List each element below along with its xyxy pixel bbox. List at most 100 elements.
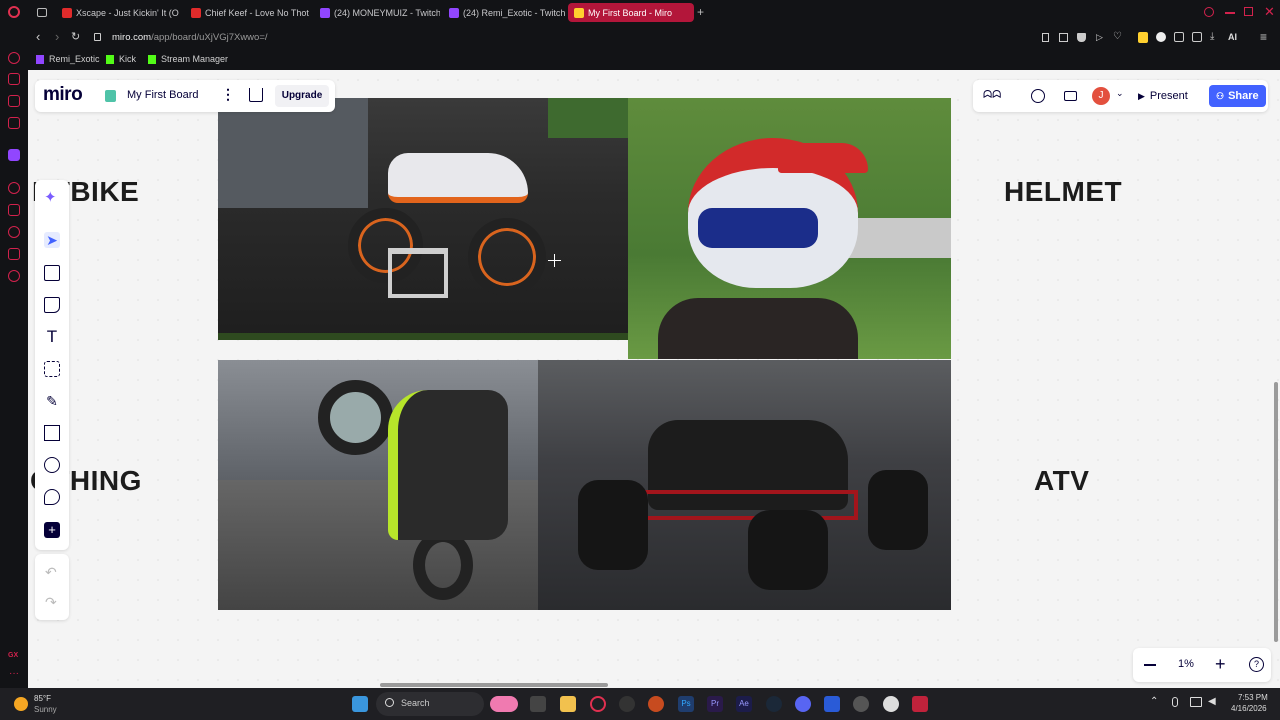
tab-miro-board[interactable]: My First Board - Miro xyxy=(568,3,694,22)
pen-icon[interactable]: ✎ xyxy=(44,393,60,409)
clock-time[interactable]: 7:53 PM xyxy=(1238,693,1268,702)
miro-extension-icon[interactable] xyxy=(1138,32,1148,43)
shield-icon[interactable] xyxy=(1077,33,1086,42)
volume-icon[interactable]: ◀ xyxy=(1208,696,1216,707)
url-field[interactable]: miro.com/app/board/uXjVGj7Xwwo=/ xyxy=(112,32,268,43)
vertical-scrollbar[interactable] xyxy=(1274,382,1278,642)
settings-gear-icon[interactable] xyxy=(853,696,869,712)
reactions-icon[interactable]: ᗣᗣ xyxy=(983,89,1015,103)
download-icon[interactable]: ⤓ xyxy=(1210,31,1214,42)
workspace-icon[interactable] xyxy=(8,73,20,85)
zoom-out-button[interactable] xyxy=(1144,664,1156,666)
zoom-level[interactable]: 1% xyxy=(1178,658,1194,670)
undo-icon[interactable]: ↶ xyxy=(45,564,57,581)
opera-logo-icon[interactable] xyxy=(8,6,20,18)
app-arrow-icon[interactable] xyxy=(824,696,840,712)
heart-icon[interactable]: ♡ xyxy=(1113,31,1122,42)
bookmark-stream-manager[interactable]: Stream Manager xyxy=(148,54,228,64)
share-button[interactable]: ⚇ Share xyxy=(1209,85,1266,107)
export-icon[interactable] xyxy=(249,88,263,102)
tab-chief-keef[interactable]: Chief Keef - Love No Thot xyxy=(185,3,311,22)
tab-remi-exotic[interactable]: (24) Remi_Exotic - Twitch xyxy=(443,3,569,22)
help-icon[interactable]: ? xyxy=(1249,657,1264,672)
extensions-sidebar-icon[interactable] xyxy=(8,248,20,260)
extension-icon[interactable] xyxy=(1156,32,1166,42)
sticky-note-icon[interactable] xyxy=(44,297,60,313)
minimize-button[interactable] xyxy=(1225,12,1235,14)
photoshop-icon[interactable]: Ps xyxy=(678,696,694,712)
discord-icon[interactable] xyxy=(795,696,811,712)
maximize-button[interactable] xyxy=(1244,7,1253,16)
network-icon[interactable] xyxy=(1190,697,1202,707)
search-tabs-icon[interactable] xyxy=(1204,7,1214,17)
dirtbike-image[interactable] xyxy=(218,98,629,340)
snapshot-icon[interactable] xyxy=(1059,33,1068,42)
bookmark-kick[interactable]: Kick xyxy=(106,54,136,64)
puzzle-icon[interactable] xyxy=(1174,32,1184,42)
microphone-icon[interactable] xyxy=(1172,697,1178,707)
instagram-icon[interactable] xyxy=(8,117,20,129)
after-effects-icon[interactable]: Ae xyxy=(736,696,752,712)
windows-start-icon[interactable] xyxy=(352,696,368,712)
forward-icon[interactable]: › xyxy=(55,29,59,44)
task-view-icon[interactable] xyxy=(530,696,546,712)
gx-icon[interactable]: GX xyxy=(8,652,18,659)
ai-label[interactable]: AI xyxy=(1228,32,1237,42)
miro-logo[interactable]: miro xyxy=(43,84,83,106)
messenger-icon[interactable] xyxy=(8,95,20,107)
avatar[interactable]: J xyxy=(1092,87,1110,105)
tab-moneymuiz[interactable]: (24) MONEYMUIZ - Twitch xyxy=(314,3,440,22)
flowers-widget-icon[interactable] xyxy=(490,696,518,712)
label-helmet[interactable]: HELMET xyxy=(1004,176,1122,208)
tray-chevron-icon[interactable]: ⌃ xyxy=(1150,696,1158,707)
ai-sparkle-icon[interactable]: ✦ xyxy=(44,190,60,206)
file-explorer-icon[interactable] xyxy=(560,696,576,712)
label-atv[interactable]: ATV xyxy=(1034,465,1089,497)
miro-canvas[interactable]: RTBIKE HELMET OTHING ATV xyxy=(28,70,1280,688)
add-more-icon[interactable]: + xyxy=(44,522,60,538)
media-player-icon[interactable] xyxy=(883,696,899,712)
diagram-icon[interactable] xyxy=(44,457,60,473)
zoom-in-button[interactable]: + xyxy=(1215,654,1226,675)
select-cursor-icon[interactable]: ➤ xyxy=(44,232,60,248)
present-button[interactable]: ▶ Present xyxy=(1138,85,1206,107)
frame-icon[interactable] xyxy=(44,425,60,441)
templates-icon[interactable] xyxy=(44,265,60,281)
back-icon[interactable]: ‹ xyxy=(36,29,40,44)
comment-icon[interactable] xyxy=(44,489,60,505)
aria-icon[interactable] xyxy=(8,52,20,64)
play-icon[interactable]: ▷ xyxy=(1096,32,1103,43)
extensions-icon[interactable] xyxy=(1192,32,1202,42)
bookmark-page-icon[interactable] xyxy=(1042,33,1049,42)
text-icon[interactable]: T xyxy=(44,328,60,345)
clothing-image[interactable] xyxy=(218,360,538,610)
history-icon[interactable] xyxy=(8,226,20,238)
redo-icon[interactable]: ↷ xyxy=(45,594,57,611)
taskbar-search[interactable]: Search xyxy=(376,692,484,716)
tab-overview-icon[interactable] xyxy=(37,8,47,17)
reload-icon[interactable]: ↻ xyxy=(71,30,80,43)
browser-app-icon[interactable] xyxy=(648,696,664,712)
tab-xscape[interactable]: Xscape - Just Kickin' It (O xyxy=(56,3,182,22)
menu-icon[interactable]: ≡ xyxy=(1260,31,1267,43)
bookmarks-icon[interactable] xyxy=(8,204,20,216)
weather-sun-icon[interactable] xyxy=(14,697,28,711)
board-title[interactable]: My First Board xyxy=(127,89,199,101)
video-call-icon[interactable] xyxy=(1064,91,1077,101)
player-icon[interactable] xyxy=(8,182,20,194)
comments-icon[interactable] xyxy=(1031,89,1045,103)
horizontal-scrollbar[interactable] xyxy=(380,683,608,687)
app-icon[interactable] xyxy=(619,696,635,712)
steam-icon[interactable] xyxy=(766,696,782,712)
upgrade-button[interactable]: Upgrade xyxy=(275,85,329,107)
settings-icon[interactable] xyxy=(8,270,20,282)
shapes-icon[interactable] xyxy=(44,361,60,377)
atv-image[interactable] xyxy=(538,360,951,610)
more-icon[interactable]: ··· xyxy=(9,668,19,679)
helmet-image[interactable] xyxy=(628,98,951,359)
bookmark-remi-exotic[interactable]: Remi_Exotic xyxy=(36,54,100,64)
board-menu-icon[interactable]: ⋮ xyxy=(221,86,235,103)
red-app-icon[interactable] xyxy=(912,696,928,712)
new-tab-button[interactable]: + xyxy=(697,6,707,18)
premiere-icon[interactable]: Pr xyxy=(707,696,723,712)
